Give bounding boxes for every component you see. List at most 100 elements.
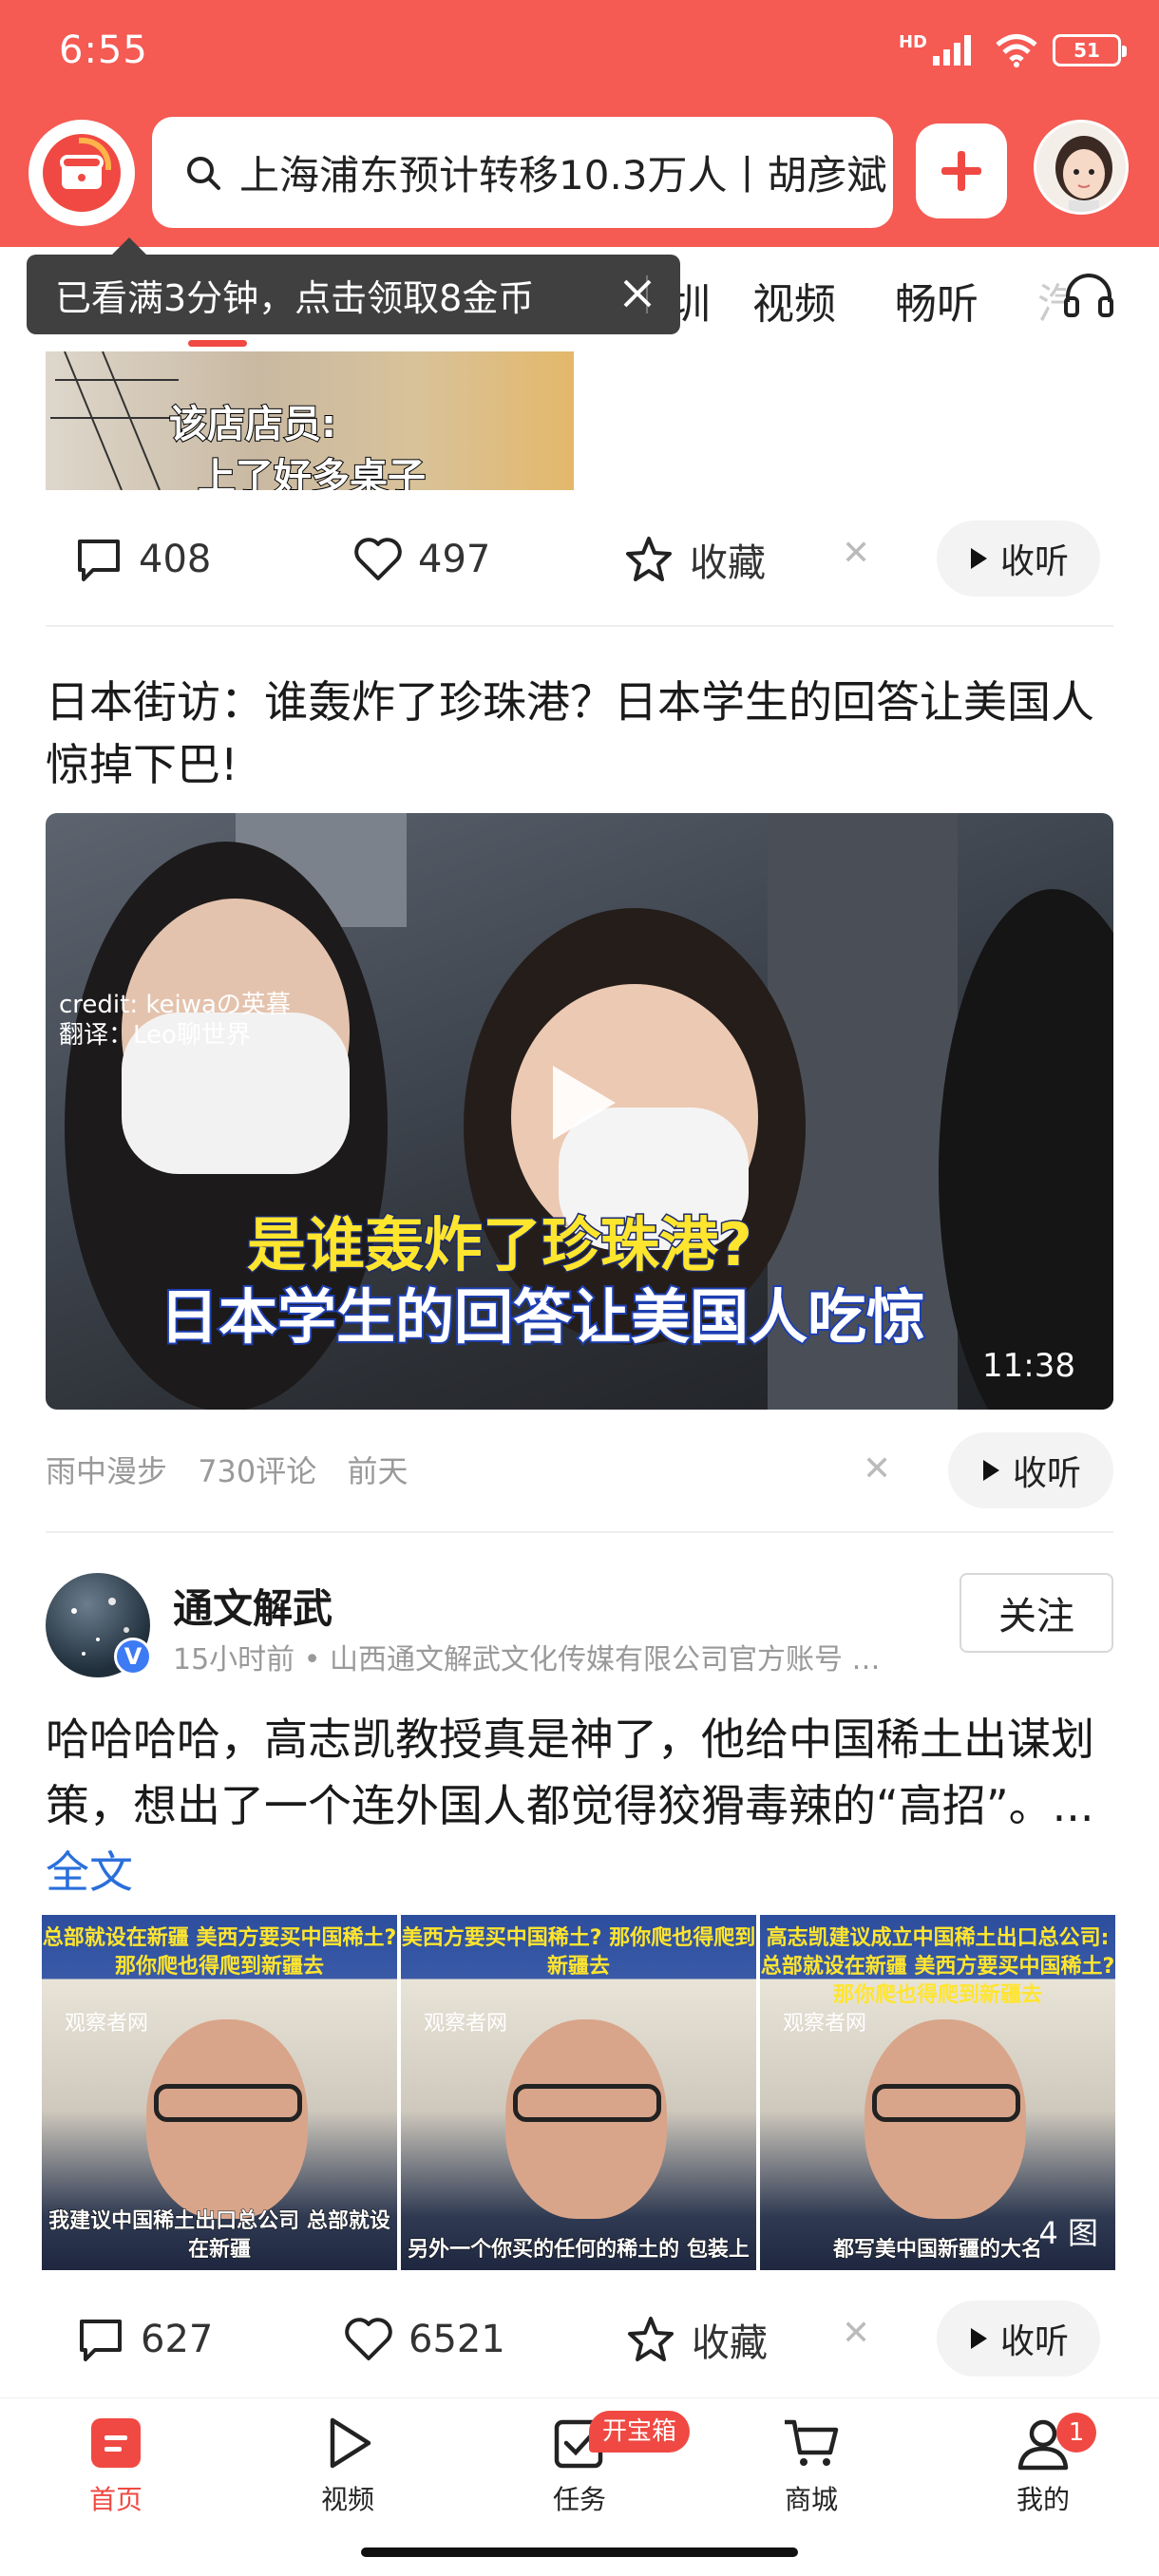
status-icons: HD 51 — [898, 32, 1127, 68]
search-icon — [187, 156, 220, 190]
post3-action-row: 627 6521 收藏 ✕ 收听 — [0, 2297, 1159, 2382]
post1-thumb-caption: 该店店员: — [168, 402, 337, 447]
headphones-icon[interactable] — [1062, 270, 1115, 319]
post1-comment-count: 408 — [139, 538, 212, 581]
credit-line-2: 翻译：Leo聊世界 — [59, 1021, 251, 1050]
play-icon — [330, 2417, 371, 2469]
treasure-box-badge[interactable]: 开宝箱 — [589, 2411, 691, 2453]
tab-listen[interactable]: 畅听 — [895, 270, 978, 331]
post2-author[interactable]: 雨中漫步 — [46, 1453, 167, 1489]
app-logo-button[interactable] — [28, 120, 135, 226]
comment-icon — [80, 2320, 122, 2361]
post2-video-player[interactable]: credit: keiwaの英暮 翻译：Leo聊世界 是谁轰炸了珍珠港? 日本学… — [46, 813, 1113, 1410]
post2-meta: 雨中漫步 730评论 前天 — [46, 1448, 428, 1491]
image-source: 观察者网 — [65, 2012, 149, 2036]
nav-home-label: 首页 — [88, 2484, 142, 2515]
image-count-badge: 4 图 — [1038, 2215, 1098, 2251]
plus-icon — [941, 151, 981, 191]
image-subtitle: 另外一个你买的任何的稀土的 包装上 — [408, 2238, 750, 2263]
publish-button[interactable] — [916, 123, 1007, 218]
nav-task-label: 任务 — [552, 2484, 606, 2515]
coin-reward-tooltip[interactable]: 已看满3分钟，点击领取8金币 — [27, 237, 680, 334]
search-hint-text: 上海浦东预计转移10.3万人丨胡彦斌 — [239, 152, 887, 199]
play-small-icon — [970, 548, 987, 569]
toutiao-logo-icon — [43, 134, 121, 212]
video-caption-2: 日本学生的回答让美国人吃惊 — [158, 1280, 927, 1354]
nav-mine-label: 我的 — [1016, 2484, 1070, 2515]
nav-video-label: 视频 — [320, 2484, 374, 2515]
credit-line-1: credit: keiwaの英暮 — [59, 991, 291, 1019]
status-bar: 6:55 HD 51 — [0, 0, 1159, 104]
post1-action-row: 408 497 收藏 ✕ 收听 — [0, 517, 1159, 602]
notification-badge: 1 — [1056, 2413, 1096, 2453]
star-icon — [626, 537, 672, 581]
post2-listen-label: 收听 — [1012, 1454, 1081, 1493]
post3-author-subtitle: 15小时前 • 山西通文解武文化传媒有限公司官方账号 头条... — [173, 1643, 895, 1676]
video-duration: 11:38 — [982, 1347, 1075, 1385]
post2-listen-button[interactable]: 收听 — [948, 1432, 1113, 1508]
post1-like-count: 497 — [418, 538, 491, 581]
post3-listen-label: 收听 — [999, 2322, 1069, 2361]
image-source: 观察者网 — [424, 2012, 508, 2036]
cart-icon — [785, 2419, 839, 2466]
image-subtitle: 我建议中国稀土出口总公司 总部就设在新疆 — [48, 2209, 391, 2263]
post3-image-3[interactable]: 高志凯建议成立中国稀土出口总公司: 总部就设在新疆 美西方要买中国稀土? 那你爬… — [760, 1915, 1115, 2270]
post3-like-count: 6521 — [408, 2318, 505, 2361]
full-text-link[interactable]: 全文 — [46, 1847, 133, 1898]
post3-body: 哈哈哈哈，高志凯教授真是神了，他给中国稀土出谋划策，想出了一个连外国人都觉得狡猾… — [46, 1714, 1094, 1831]
post1-thumb-caption2: 上了好多桌子 — [197, 455, 427, 490]
tab-video[interactable]: 视频 — [752, 270, 836, 331]
post3-image-grid: 总部就设在新疆 美西方要买中国稀土? 那你爬也得爬到新疆去 观察者网 我建议中国… — [42, 1915, 1117, 2270]
post1-comment-button[interactable]: 408 — [74, 517, 211, 602]
video-credit: credit: keiwaの英暮 翻译：Leo聊世界 — [59, 990, 291, 1051]
post2-time: 前天 — [347, 1453, 408, 1489]
post3-image-2[interactable]: 美西方要买中国稀土? 那你爬也得爬到新疆去 观察者网 另外一个你买的任何的稀土的… — [401, 1915, 756, 2270]
post3-author-name[interactable]: 通文解武 — [173, 1577, 332, 1635]
search-bar[interactable]: 上海浦东预计转移10.3万人丨胡彦斌 — [152, 117, 893, 228]
post1-collect-button[interactable]: 收藏 — [623, 517, 766, 602]
post3-collect-label: 收藏 — [692, 2321, 768, 2365]
nav-video[interactable]: 视频 — [281, 2413, 414, 2517]
post1-collect-label: 收藏 — [690, 541, 766, 585]
image-header: 高志凯建议成立中国稀土出口总公司: 总部就设在新疆 美西方要买中国稀土? 那你爬… — [760, 1926, 1115, 2007]
post3-listen-button[interactable]: 收听 — [937, 2301, 1100, 2377]
post3-image-1[interactable]: 总部就设在新疆 美西方要买中国稀土? 那你爬也得爬到新疆去 观察者网 我建议中国… — [42, 1915, 397, 2270]
post3-comment-button[interactable]: 627 — [76, 2297, 213, 2382]
battery-indicator: 51 — [1053, 34, 1127, 66]
post2-dislike-icon[interactable]: ✕ — [863, 1449, 891, 1488]
follow-button[interactable]: 关注 — [960, 1573, 1113, 1653]
hd-label: HD — [898, 32, 927, 52]
user-avatar[interactable] — [1034, 120, 1129, 215]
star-icon — [628, 2317, 674, 2361]
nav-mall-label: 商城 — [784, 2484, 838, 2515]
play-small-icon — [970, 2328, 987, 2349]
post1-dislike-icon[interactable]: ✕ — [842, 534, 870, 573]
nav-home[interactable]: 首页 — [49, 2413, 182, 2517]
post2-comment-count: 730评论 — [198, 1453, 317, 1489]
post1-listen-button[interactable]: 收听 — [937, 521, 1100, 597]
home-indicator[interactable] — [361, 2548, 798, 2557]
nav-mall[interactable]: 商城 — [745, 2413, 878, 2517]
heart-icon — [345, 2318, 392, 2360]
post3-text[interactable]: 哈哈哈哈，高志凯教授真是神了，他给中国稀土出谋划策，想出了一个连外国人都觉得狡猾… — [46, 1706, 1119, 1905]
post3-dislike-icon[interactable]: ✕ — [842, 2314, 870, 2353]
post2-title[interactable]: 日本街访：谁轰炸了珍珠港？日本学生的回答让美国人惊掉下巴! — [46, 671, 1119, 796]
status-time: 6:55 — [59, 28, 148, 72]
post3-comment-count: 627 — [141, 2318, 214, 2361]
verified-badge-icon: V — [114, 1638, 152, 1676]
comment-icon — [78, 540, 120, 581]
post1-thumbnail[interactable]: 该店店员: 上了好多桌子 — [46, 351, 574, 490]
post3-like-button[interactable]: 6521 — [344, 2297, 505, 2382]
image-source: 观察者网 — [783, 2012, 867, 2036]
post1-like-button[interactable]: 497 — [353, 517, 490, 602]
close-icon[interactable] — [616, 272, 659, 315]
image-header: 美西方要买中国稀土? 那你爬也得爬到新疆去 — [401, 1926, 756, 1979]
tooltip-text: 已看满3分钟，点击领取8金币 — [55, 276, 535, 319]
play-small-icon — [982, 1460, 999, 1481]
play-icon[interactable] — [545, 1060, 621, 1146]
heart-icon — [354, 538, 402, 580]
divider — [46, 625, 1113, 627]
post3-collect-button[interactable]: 收藏 — [625, 2297, 768, 2382]
app-header: 6:55 HD 51 上海浦东预计转移10.3万人丨胡彦斌 — [0, 0, 1159, 247]
divider — [46, 1531, 1113, 1533]
